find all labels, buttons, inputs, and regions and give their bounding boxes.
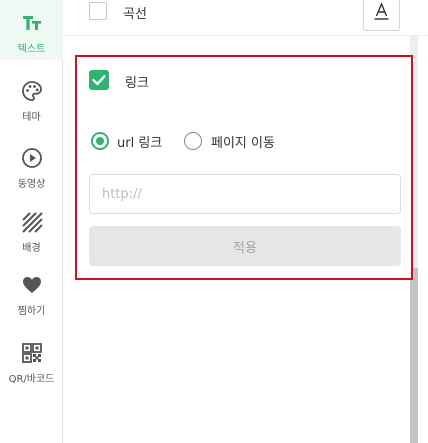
scrollbar-thumb[interactable] [410,268,418,443]
page-move-radio-label[interactable]: 페이지 이동 [211,132,275,151]
apply-button[interactable]: 적용 [89,226,401,266]
text-icon [22,16,41,30]
sidebar-item-label: 배경 [22,243,41,254]
play-circle-icon [21,148,42,168]
link-settings-panel: 링크 url 링크 페이지 이동 적용 [75,55,413,280]
text-format-button[interactable] [363,0,400,31]
main-panel: 곡선 링크 url 링크 페이지 이동 적용 [64,0,428,443]
sidebar-item-label: 찜하기 [17,306,46,317]
url-link-radio[interactable] [91,132,109,150]
checkmark-icon [92,75,106,86]
curve-checkbox[interactable] [89,2,107,20]
sidebar: 텍스트 테마 동영상 배경 찜하기 QR/바코드 [0,0,63,443]
sidebar-item-background[interactable]: 배경 [0,199,63,259]
sidebar-item-label: 테마 [22,112,41,123]
sidebar-item-label: QR/바코드 [8,374,55,385]
palette-icon [21,81,42,101]
qr-code-icon [21,343,42,363]
curve-option-row: 곡선 [64,0,428,36]
diagonal-lines-icon [21,212,43,233]
sidebar-item-theme[interactable]: 테마 [0,68,63,128]
url-link-radio-label[interactable]: url 링크 [117,132,162,151]
curve-label: 곡선 [123,7,147,22]
text-underline-icon [374,2,389,20]
page-move-radio[interactable] [184,132,202,150]
heart-icon [22,277,41,293]
sidebar-item-wishlist[interactable]: 찜하기 [0,262,63,322]
url-input[interactable] [89,174,401,214]
sidebar-item-qr-barcode[interactable]: QR/바코드 [0,330,63,390]
link-checkbox[interactable] [89,70,109,90]
sidebar-item-text[interactable]: 텍스트 [0,0,63,60]
sidebar-item-video[interactable]: 동영상 [0,135,63,195]
link-label: 링크 [125,76,149,91]
sidebar-item-label: 동영상 [17,179,46,190]
sidebar-item-label: 텍스트 [17,44,46,55]
